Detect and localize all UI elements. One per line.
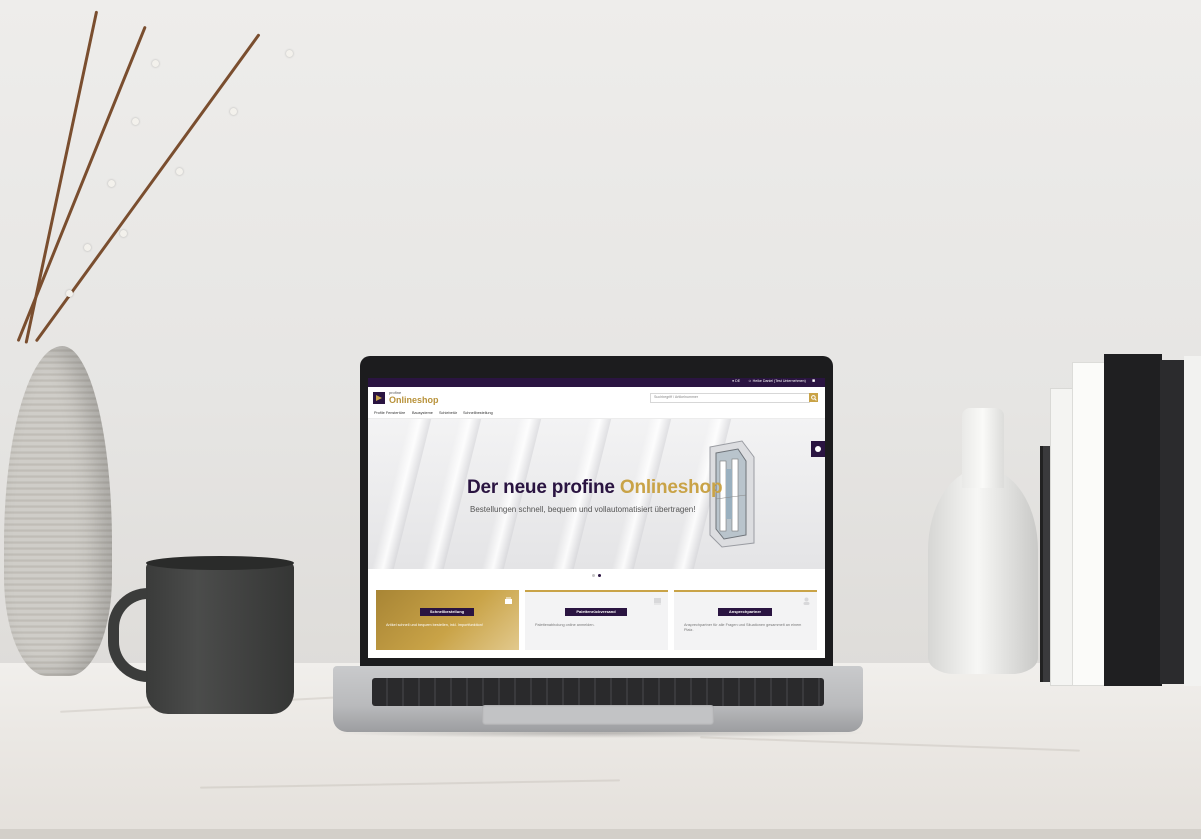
- hero-subtitle: Bestellungen schnell, bequem und vollaut…: [470, 505, 696, 514]
- palettenrueckversand-button[interactable]: Palettenrückversand: [565, 608, 627, 616]
- search-placeholder: Suchbegriff / Artikelnummer: [654, 395, 699, 399]
- hero-profile-stripe: [368, 419, 437, 569]
- card-stack-icon: [505, 597, 512, 604]
- nav-item-schnellbestellung[interactable]: Schnellbestellung: [463, 411, 493, 415]
- willow-bud: [120, 230, 127, 237]
- profine-logo-icon[interactable]: [373, 392, 385, 404]
- willow-bud: [230, 108, 237, 115]
- willow-bud: [108, 180, 115, 187]
- feature-cards: Schnellbestellung Artikel schnell und be…: [368, 583, 825, 658]
- laptop-screen: ● DE ☺ Heike Daniel (Test Unternehmen) ■…: [368, 378, 825, 658]
- search-input[interactable]: Suchbegriff / Artikelnummer: [650, 393, 810, 403]
- willow-bud: [132, 118, 139, 125]
- top-utility-bar: ● DE ☺ Heike Daniel (Test Unternehmen) ■: [368, 378, 825, 387]
- card-accent-bar: [525, 590, 668, 592]
- photo-scene: ● DE ☺ Heike Daniel (Test Unternehmen) ■…: [0, 0, 1201, 839]
- pallet-icon: [654, 598, 661, 605]
- willow-bud: [66, 290, 73, 297]
- card-ansprechpartner[interactable]: Ansprechpartner Ansprechpartner für alle…: [674, 590, 817, 650]
- marble-vein: [200, 779, 620, 789]
- card-description: Palettenabholung online anmelden.: [535, 623, 595, 627]
- coffee-mug: [146, 562, 294, 714]
- black-book: [1160, 360, 1186, 684]
- brand-name[interactable]: Onlineshop: [389, 395, 439, 405]
- contact-side-tab[interactable]: [811, 441, 825, 457]
- language-label: DE: [735, 379, 741, 383]
- ansprechpartner-button[interactable]: Ansprechpartner: [718, 608, 772, 616]
- laptop-keyboard: [372, 678, 824, 706]
- user-account-link[interactable]: ☺ Heike Daniel (Test Unternehmen): [748, 379, 806, 383]
- nav-item-schiebetuer[interactable]: Schiebetür: [439, 411, 457, 415]
- main-navigation: Profile Fenstertüre Bausysteme Schiebetü…: [368, 409, 825, 419]
- hero-title-highlight: Onlineshop: [619, 477, 723, 498]
- search-icon: [810, 394, 817, 401]
- hero-title-main: Der neue profine: [467, 477, 620, 498]
- willow-bud: [286, 50, 293, 57]
- willow-bud: [152, 60, 159, 67]
- marble-vein: [700, 736, 1080, 752]
- card-palettenrueckversand[interactable]: Palettenrückversand Palettenabholung onl…: [525, 590, 668, 650]
- mug-rim: [146, 556, 294, 570]
- card-description: Artikel schnell und bequem bestellen, in…: [386, 623, 483, 627]
- white-bottle-vase: [928, 408, 1038, 674]
- nav-item-profile[interactable]: Profile Fenstertüre: [374, 411, 405, 415]
- willow-bud: [176, 168, 183, 175]
- schnellbestellung-button[interactable]: Schnellbestellung: [420, 608, 474, 616]
- slider-dot[interactable]: [592, 574, 595, 577]
- bottle-neck: [962, 408, 1004, 488]
- user-name: Heike Daniel (Test Unternehmen): [752, 379, 806, 383]
- card-accent-bar: [674, 590, 817, 592]
- willow-bud: [84, 244, 91, 251]
- hero-title: Der neue profine Onlineshop: [467, 477, 723, 499]
- nav-item-bausysteme[interactable]: Bausysteme: [412, 411, 433, 415]
- hero-slider[interactable]: Der neue profine Onlineshop Bestellungen…: [368, 419, 825, 569]
- slider-pagination: [368, 569, 825, 583]
- slider-dot-active[interactable]: [598, 574, 601, 577]
- search-button[interactable]: [809, 393, 818, 402]
- white-book: [1184, 356, 1201, 686]
- language-switch[interactable]: ● DE: [732, 379, 740, 383]
- bottle-body: [928, 468, 1038, 674]
- laptop-trackpad[interactable]: [482, 705, 714, 725]
- desk-edge: [0, 829, 1201, 839]
- card-schnellbestellung[interactable]: Schnellbestellung Artikel schnell und be…: [376, 590, 519, 650]
- black-book: [1104, 354, 1162, 686]
- card-description: Ansprechpartner für alle Fragen und Situ…: [684, 623, 802, 632]
- site-header: profine Onlineshop Suchbegriff / Artikel…: [368, 387, 825, 409]
- contact-person-icon: [803, 597, 810, 605]
- cart-icon[interactable]: ■: [812, 378, 815, 384]
